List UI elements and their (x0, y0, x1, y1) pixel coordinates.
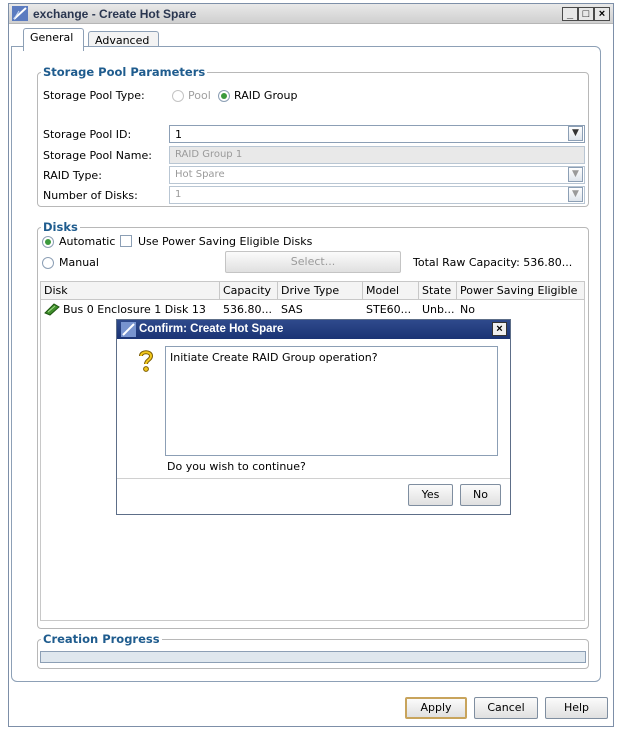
apply-button[interactable]: Apply (405, 697, 467, 719)
column-header-drive-type[interactable]: Drive Type (278, 282, 363, 300)
storage-pool-name-value: RAID Group 1 (175, 149, 243, 160)
close-button[interactable]: × (594, 7, 610, 21)
column-header-disk[interactable]: Disk (41, 282, 220, 300)
confirm-dialog: Confirm: Create Hot Spare × Initiate Cre… (116, 319, 511, 515)
automatic-radio-label: Automatic (59, 235, 116, 248)
app-window-icon (121, 322, 136, 337)
dialog-message: Initiate Create RAID Group operation? (170, 351, 378, 364)
table-cell: No (460, 303, 475, 316)
help-button[interactable]: Help (545, 697, 608, 719)
dialog-divider (117, 478, 510, 479)
dialog-title: Confirm: Create Hot Spare (139, 323, 284, 335)
dialog-title-bar[interactable]: Confirm: Create Hot Spare × (117, 320, 510, 339)
number-of-disks-select[interactable]: 1 (169, 186, 585, 204)
automatic-radio[interactable] (42, 236, 54, 248)
chevron-down-icon[interactable]: ▼ (568, 187, 583, 202)
table-cell: Bus 0 Enclosure 1 Disk 13 (63, 303, 206, 316)
power-saving-checkbox[interactable] (120, 235, 132, 247)
dialog-message-box: Initiate Create RAID Group operation? (165, 346, 498, 456)
window-title: exchange - Create Hot Spare (33, 7, 197, 21)
dialog-question: Do you wish to continue? (167, 460, 306, 473)
disks-legend: Disks (41, 220, 80, 234)
number-of-disks-value: 1 (175, 189, 182, 200)
creation-progress-legend: Creation Progress (41, 632, 162, 646)
tab-general[interactable]: General (23, 28, 84, 51)
app-window-icon (12, 6, 28, 21)
raid-type-value: Hot Spare (175, 169, 225, 180)
no-button[interactable]: No (460, 484, 501, 506)
storage-pool-name-field[interactable]: RAID Group 1 (169, 146, 585, 164)
column-header-capacity[interactable]: Capacity (220, 282, 278, 300)
table-cell: SAS (281, 303, 303, 316)
chevron-down-icon[interactable]: ▼ (568, 167, 583, 182)
dialog-close-button[interactable]: × (492, 322, 507, 336)
chevron-down-icon[interactable]: ▼ (568, 126, 583, 141)
manual-radio[interactable] (42, 257, 54, 269)
disk-icon (44, 302, 60, 316)
pool-radio[interactable] (172, 90, 184, 102)
maximize-button[interactable]: □ (578, 7, 594, 21)
storage-pool-id-value: 1 (175, 128, 182, 141)
table-cell: 536.80... (223, 303, 272, 316)
question-icon (137, 349, 155, 373)
table-row[interactable]: Bus 0 Enclosure 1 Disk 13 536.80... SAS … (41, 301, 584, 318)
table-cell: Unb... (422, 303, 455, 316)
storage-pool-type-label: Storage Pool Type: (43, 89, 145, 102)
title-bar[interactable]: exchange - Create Hot Spare _ □ × (9, 4, 613, 24)
cancel-button[interactable]: Cancel (474, 697, 538, 719)
storage-pool-legend: Storage Pool Parameters (41, 65, 208, 79)
column-header-power-saving[interactable]: Power Saving Eligible (457, 282, 584, 300)
storage-pool-name-label: Storage Pool Name: (43, 149, 152, 162)
storage-pool-id-label: Storage Pool ID: (43, 128, 132, 141)
table-cell: STE60... (366, 303, 412, 316)
raid-group-radio-label: RAID Group (234, 89, 298, 102)
minimize-button[interactable]: _ (562, 7, 578, 21)
yes-button[interactable]: Yes (408, 484, 453, 506)
select-disks-button[interactable]: Select... (225, 251, 401, 273)
raid-group-radio[interactable] (218, 90, 230, 102)
number-of-disks-label: Number of Disks: (43, 189, 138, 202)
storage-pool-id-select[interactable]: 1 (169, 125, 585, 143)
power-saving-label: Use Power Saving Eligible Disks (138, 235, 313, 248)
total-raw-capacity: Total Raw Capacity: 536.80... (413, 256, 573, 269)
column-header-state[interactable]: State (419, 282, 457, 300)
raid-type-label: RAID Type: (43, 169, 102, 182)
creation-progress-bar (40, 651, 586, 663)
raid-type-select[interactable]: Hot Spare (169, 166, 585, 184)
pool-radio-label: Pool (188, 89, 211, 102)
column-header-model[interactable]: Model (363, 282, 419, 300)
manual-radio-label: Manual (59, 256, 99, 269)
